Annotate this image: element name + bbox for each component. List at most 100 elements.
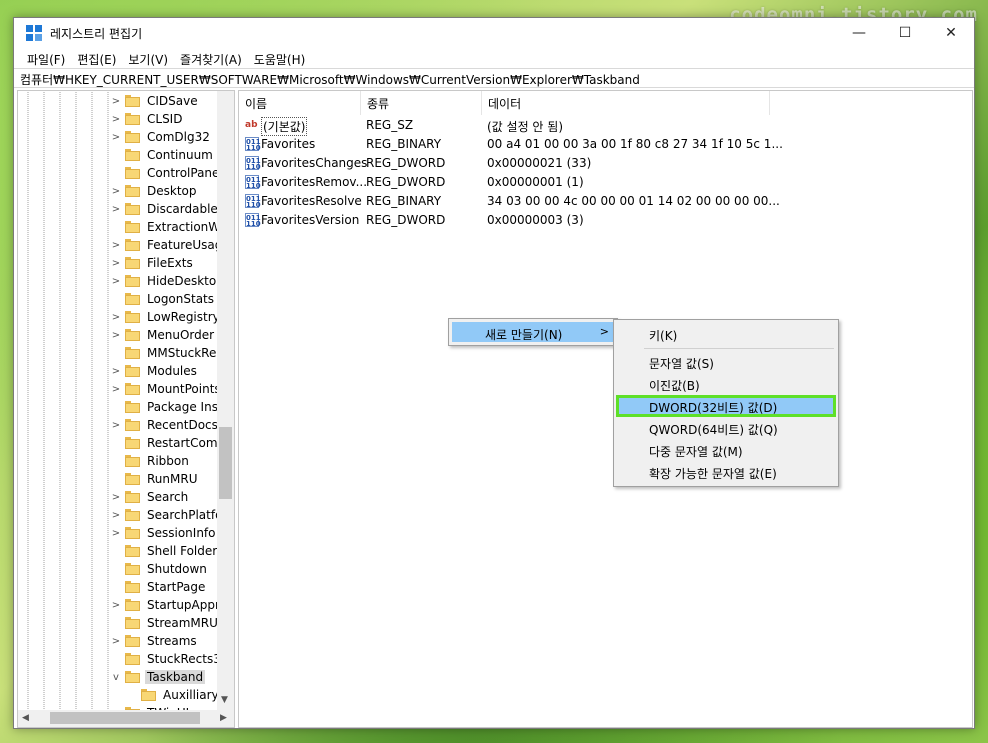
expand-chevron-icon[interactable]: > (110, 330, 122, 341)
tree-item[interactable]: > CLSID (18, 110, 234, 128)
tree-item[interactable]: > FeatureUsage (18, 236, 234, 254)
expand-chevron-icon[interactable]: > (110, 528, 122, 539)
tree-item[interactable]: > Desktop (18, 182, 234, 200)
menu-help[interactable]: 도움말(H) (248, 51, 312, 68)
expand-chevron-icon[interactable]: > (110, 312, 122, 323)
tree-item[interactable]: v Taskband (18, 668, 234, 686)
tree-item[interactable]: Shutdown (18, 560, 234, 578)
value-row[interactable]: 011 110 FavoritesResolve REG_BINARY 34 03 00… (239, 192, 972, 211)
folder-icon (125, 653, 140, 665)
expand-chevron-icon[interactable]: > (110, 240, 122, 251)
tree-item[interactable]: MMStuckRec (18, 344, 234, 362)
expand-chevron-icon[interactable]: > (110, 132, 122, 143)
tree-item[interactable]: > Streams (18, 632, 234, 650)
value-row[interactable]: ab (기본값) REG_SZ (값 설정 안 됨) (239, 116, 972, 136)
value-row[interactable]: 011 110 FavoritesVersion REG_DWORD 0x0000000… (239, 211, 972, 230)
tree-item[interactable]: RunMRU (18, 470, 234, 488)
expand-chevron-icon[interactable]: > (110, 366, 122, 377)
value-row[interactable]: 011 110 Favorites REG_BINARY 00 a4 01 00 00 … (239, 135, 972, 154)
expand-chevron-icon[interactable]: > (110, 204, 122, 215)
tree-item[interactable]: > Modules (18, 362, 234, 380)
tree-vertical-scrollbar[interactable]: ▼ (217, 91, 234, 710)
expand-chevron-icon[interactable]: > (110, 276, 122, 287)
submenu-item[interactable]: DWORD(32비트) 값(D) (614, 395, 838, 417)
maximize-button[interactable]: ☐ (882, 18, 928, 48)
tree-hscroll-thumb[interactable] (50, 712, 200, 724)
submenu-item-label: 문자열 값(S) (649, 357, 714, 371)
expand-chevron-icon[interactable]: > (110, 186, 122, 197)
folder-icon (125, 617, 140, 629)
tree-item-label: CLSID (147, 112, 183, 126)
expand-chevron-icon[interactable]: > (110, 258, 122, 269)
collapse-chevron-icon[interactable]: v (110, 672, 122, 683)
tree-item-label: Continuum (147, 148, 213, 162)
tree-item[interactable]: > HideDesktopI (18, 272, 234, 290)
tree-item[interactable]: > FileExts (18, 254, 234, 272)
tree-item[interactable]: RestartComm (18, 434, 234, 452)
tree-item-label: Ribbon (147, 454, 189, 468)
close-button[interactable]: ✕ (928, 18, 974, 48)
tree-item[interactable]: > RecentDocs (18, 416, 234, 434)
tree-item[interactable]: Package Insta (18, 398, 234, 416)
tree-item-label: CIDSave (147, 94, 198, 108)
tree-item[interactable]: StreamMRU (18, 614, 234, 632)
tree-item[interactable]: > SearchPlatfor (18, 506, 234, 524)
expand-chevron-icon[interactable]: > (110, 96, 122, 107)
tree-item[interactable]: StartPage (18, 578, 234, 596)
folder-icon (125, 329, 140, 341)
expand-chevron-icon[interactable]: > (110, 510, 122, 521)
menu-favorites[interactable]: 즐겨찾기(A) (174, 51, 248, 68)
expand-chevron-icon[interactable]: > (110, 384, 122, 395)
tree-item[interactable]: Continuum (18, 146, 234, 164)
expand-chevron-icon[interactable]: > (110, 600, 122, 611)
scroll-left-icon[interactable]: ◀ (22, 713, 29, 723)
scroll-down-icon[interactable]: ▼ (221, 695, 228, 705)
tree-horizontal-scrollbar[interactable]: ◀ ▶ (18, 710, 234, 727)
submenu-item[interactable]: 이진값(B) (614, 373, 838, 395)
window-title: 레지스트리 편집기 (50, 26, 143, 41)
menu-edit[interactable]: 편집(E) (71, 51, 122, 68)
tree-item-label: Search (147, 490, 189, 504)
tree-item-label: Taskband (145, 670, 206, 684)
column-header-data[interactable]: 데이터 (482, 91, 770, 115)
tree-item[interactable]: Shell Folders (18, 542, 234, 560)
expand-chevron-icon[interactable]: > (110, 420, 122, 431)
expand-chevron-icon[interactable]: > (110, 492, 122, 503)
submenu-item[interactable]: 확장 가능한 문자열 값(E) (614, 461, 838, 483)
submenu-item[interactable]: 다중 문자열 값(M) (614, 439, 838, 461)
folder-icon (125, 527, 140, 539)
submenu-item-label: QWORD(64비트) 값(Q) (649, 423, 778, 437)
tree-item[interactable]: > LowRegistry (18, 308, 234, 326)
expand-chevron-icon[interactable]: > (110, 636, 122, 647)
tree-item[interactable]: > SessionInfo (18, 524, 234, 542)
tree-item[interactable]: ExtractionWiz (18, 218, 234, 236)
tree-item[interactable]: LogonStats (18, 290, 234, 308)
expand-chevron-icon[interactable]: > (110, 114, 122, 125)
tree-item[interactable]: AuxilliaryP (18, 686, 234, 704)
value-row[interactable]: 011 110 FavoritesChanges REG_DWORD 0x0000002… (239, 154, 972, 173)
folder-icon (125, 167, 140, 179)
column-header-name[interactable]: 이름 (239, 91, 361, 115)
menu-view[interactable]: 보기(V) (122, 51, 174, 68)
tree-item[interactable]: > Search (18, 488, 234, 506)
tree-item[interactable]: > StartupAppro (18, 596, 234, 614)
scroll-right-icon[interactable]: ▶ (220, 713, 227, 723)
tree-item[interactable]: StuckRects3 (18, 650, 234, 668)
tree-item[interactable]: > ComDlg32 (18, 128, 234, 146)
tree-item[interactable]: > CIDSave (18, 92, 234, 110)
tree-item[interactable]: > MenuOrder (18, 326, 234, 344)
tree-item[interactable]: ControlPanel (18, 164, 234, 182)
menu-file[interactable]: 파일(F) (21, 51, 71, 68)
address-bar[interactable]: 컴퓨터₩HKEY_CURRENT_USER₩SOFTWARE₩Microsoft… (14, 68, 974, 88)
tree-item[interactable]: > Discardable (18, 200, 234, 218)
column-header-type[interactable]: 종류 (361, 91, 482, 115)
submenu-item[interactable]: 문자열 값(S) (614, 351, 838, 373)
tree-item-label: MMStuckRec (147, 346, 223, 360)
tree-item[interactable]: Ribbon (18, 452, 234, 470)
tree-item[interactable]: > MountPoints2 (18, 380, 234, 398)
tree-vscroll-thumb[interactable] (219, 427, 232, 499)
value-row[interactable]: 011 110 FavoritesRemov... REG_DWORD 0x000000… (239, 173, 972, 192)
submenu-item[interactable]: 키(K) (614, 323, 838, 345)
submenu-item[interactable]: QWORD(64비트) 값(Q) (614, 417, 838, 439)
minimize-button[interactable]: — (836, 18, 882, 48)
